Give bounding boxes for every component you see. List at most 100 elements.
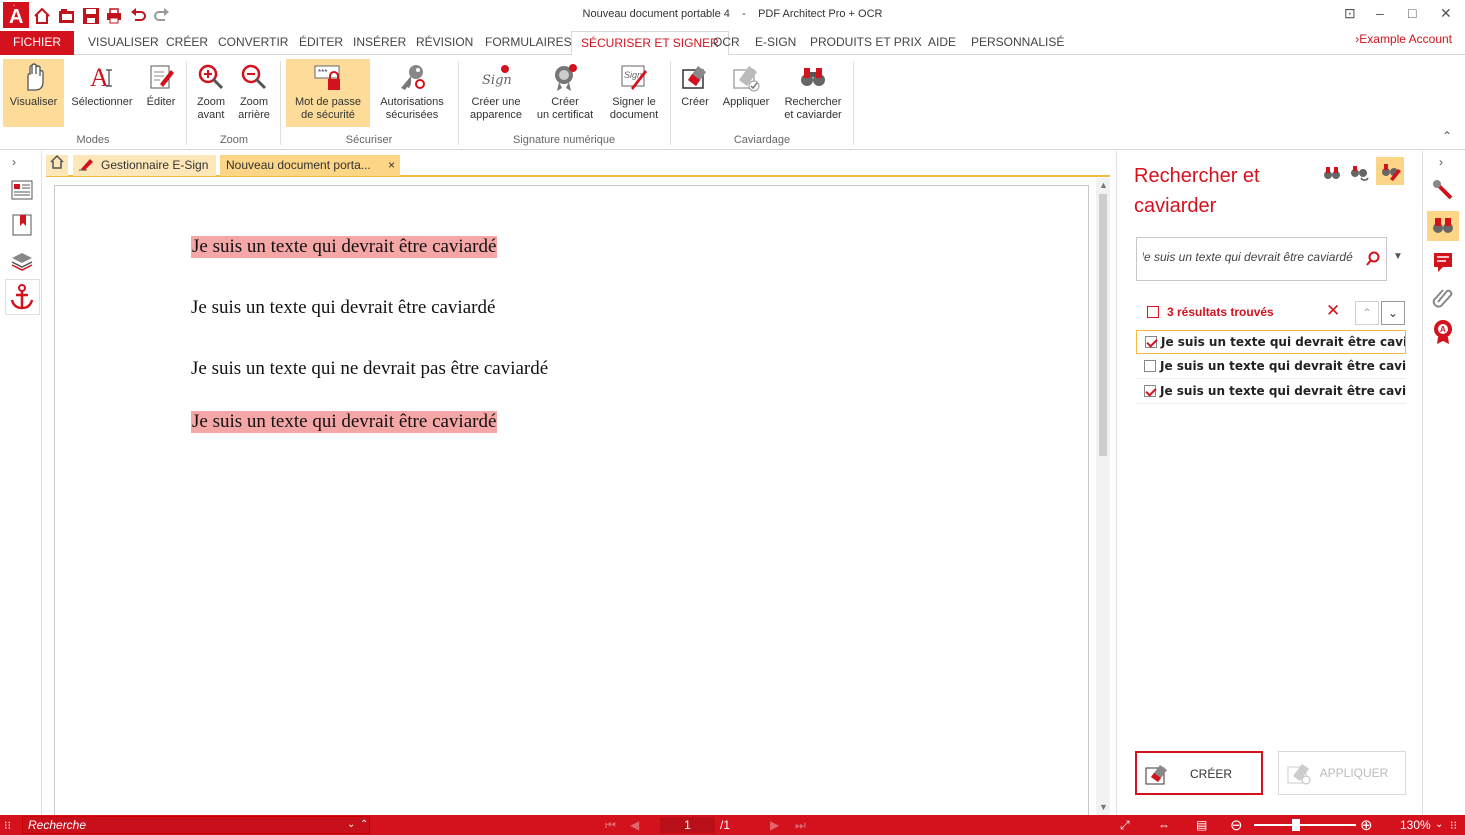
restore-layout-icon[interactable]: ⊡ bbox=[1344, 5, 1356, 22]
result-checkbox[interactable] bbox=[1144, 360, 1156, 372]
tab-aide[interactable]: AIDE bbox=[919, 31, 965, 55]
visualiser-mode-button[interactable]: Visualiser bbox=[3, 59, 64, 127]
result-checkbox[interactable] bbox=[1144, 385, 1156, 397]
binoculars-icon bbox=[801, 68, 825, 86]
vertical-scrollbar[interactable]: ▲ ▼ bbox=[1096, 178, 1110, 815]
create-appearance-button[interactable]: Sign Créer une apparence bbox=[465, 59, 527, 127]
zoom-in-button[interactable]: Zoom avant bbox=[192, 59, 230, 127]
close-icon[interactable]: ✕ bbox=[1440, 5, 1452, 22]
zoom-out-button[interactable]: Zoom arrière bbox=[234, 59, 274, 127]
tab-editer[interactable]: ÉDITER bbox=[290, 31, 352, 55]
redaction-eraser-icon bbox=[682, 66, 706, 89]
attachments-icon[interactable] bbox=[1432, 286, 1454, 311]
search-and-redact-button[interactable]: Rechercher et caviarder bbox=[780, 59, 846, 127]
clear-results-icon[interactable]: ✕ bbox=[1326, 301, 1340, 321]
tab-nouveau-document[interactable]: Nouveau document porta... × bbox=[220, 155, 400, 176]
expand-left-panel-icon[interactable]: › bbox=[12, 155, 16, 169]
secure-permissions-button[interactable]: Autorisations sécurisées bbox=[374, 59, 450, 127]
search-options-chevron-icon[interactable]: ▼ bbox=[1393, 251, 1403, 262]
bookmarks-icon[interactable] bbox=[11, 214, 33, 236]
page-number-input[interactable]: 1 bbox=[660, 817, 715, 833]
document-page[interactable]: Je suis un texte qui devrait être caviar… bbox=[54, 185, 1089, 825]
search-redact-panel: Rechercher et caviarder ▼ 3 résultats tr… bbox=[1116, 151, 1421, 815]
search-result-row[interactable]: Je suis un texte qui devrait être caviar… bbox=[1136, 330, 1406, 354]
close-tab-button[interactable]: × bbox=[388, 155, 395, 176]
scrollbar-thumb[interactable] bbox=[1099, 194, 1107, 456]
tab-fichier[interactable]: FICHIER bbox=[0, 31, 74, 55]
select-all-checkbox[interactable] bbox=[1147, 306, 1159, 318]
previous-result-button[interactable]: ⌃ bbox=[1355, 301, 1379, 325]
next-result-button[interactable]: ⌄ bbox=[1381, 301, 1405, 325]
layers-icon[interactable] bbox=[11, 250, 33, 272]
tab-ocr[interactable]: OCR bbox=[704, 31, 749, 55]
creer-label: Créer bbox=[681, 96, 709, 108]
wrench-tools-icon[interactable] bbox=[1431, 179, 1455, 206]
scroll-up-icon[interactable]: ▲ bbox=[1099, 180, 1108, 190]
search-icon[interactable] bbox=[1365, 251, 1381, 270]
result-checkbox[interactable] bbox=[1145, 336, 1157, 348]
create-redaction-panel-button[interactable]: CRÉER bbox=[1135, 751, 1263, 795]
resize-grip-icon: ⁝⁝ bbox=[4, 820, 11, 832]
fit-width-icon[interactable]: ⇔ bbox=[1158, 818, 1170, 832]
document-line-redacted[interactable]: Je suis un texte qui devrait être caviar… bbox=[191, 411, 498, 433]
document-viewer[interactable]: Je suis un texte qui devrait être caviar… bbox=[46, 178, 1096, 825]
search-field[interactable] bbox=[1136, 237, 1387, 281]
certificate-badge-icon[interactable]: A bbox=[1432, 319, 1454, 348]
search-dropdown-icon[interactable]: ⌄ bbox=[347, 819, 355, 830]
tab-formulaires[interactable]: FORMULAIRES bbox=[476, 31, 581, 55]
tab-e-sign[interactable]: E-SIGN bbox=[746, 31, 805, 55]
apply-redaction-panel-button[interactable]: APPLIQUER bbox=[1278, 751, 1406, 795]
expand-right-panel-icon[interactable]: › bbox=[1439, 155, 1443, 169]
zoom-in-small-icon[interactable]: ⊕ bbox=[1360, 816, 1373, 834]
zoom-dropdown-icon[interactable]: ⌄ bbox=[1435, 819, 1443, 830]
minimize-icon[interactable]: – bbox=[1376, 5, 1384, 21]
zoom-out-small-icon[interactable]: ⊖ bbox=[1230, 816, 1243, 834]
tab-creer[interactable]: CRÉER bbox=[157, 31, 217, 55]
apply-redaction-button[interactable]: Appliquer bbox=[718, 59, 774, 127]
search-result-row[interactable]: Je suis un texte qui devrait être caviar… bbox=[1136, 355, 1406, 379]
anchor-panel-tab[interactable] bbox=[5, 279, 40, 315]
document-line-redacted[interactable]: Je suis un texte qui devrait être caviar… bbox=[191, 236, 498, 258]
maximize-icon[interactable]: □ bbox=[1408, 5, 1416, 21]
search-replace-icon[interactable] bbox=[1349, 163, 1369, 183]
document-line[interactable]: Je suis un texte qui devrait être caviar… bbox=[191, 297, 495, 319]
zoom-slider-track[interactable] bbox=[1254, 824, 1356, 826]
thumbnails-icon[interactable] bbox=[11, 179, 33, 201]
tab-produits-et-prix[interactable]: PRODUITS ET PRIX bbox=[801, 31, 931, 55]
search-previous-icon[interactable]: ⌃ bbox=[360, 819, 368, 830]
result-text: Je suis un texte qui devrait être caviar… bbox=[1161, 335, 1406, 349]
search-result-row[interactable]: Je suis un texte qui devrait être caviar… bbox=[1136, 380, 1406, 404]
fit-page-icon[interactable]: ⤢ bbox=[1120, 818, 1130, 833]
search-redact-mode-icon[interactable] bbox=[1322, 163, 1342, 183]
editer-mode-button[interactable]: Éditer bbox=[140, 59, 182, 127]
collapse-ribbon-icon[interactable]: ⌃ bbox=[1442, 129, 1452, 143]
create-redaction-button[interactable]: Créer bbox=[676, 59, 714, 127]
last-page-icon[interactable]: ⏭ bbox=[795, 818, 806, 833]
search-input[interactable] bbox=[1143, 250, 1353, 264]
tab-gestionnaire-e-sign[interactable]: Gestionnaire E-Sign bbox=[73, 155, 216, 176]
password-security-button[interactable]: *** Mot de passe de sécurité bbox=[286, 59, 370, 127]
redact-mode-icon[interactable] bbox=[1376, 157, 1404, 185]
scroll-down-icon[interactable]: ▼ bbox=[1099, 802, 1108, 812]
comments-icon[interactable] bbox=[1432, 251, 1454, 276]
document-name: Nouveau document portable 4 bbox=[582, 8, 730, 20]
tab-visualiser[interactable]: VISUALISER bbox=[79, 31, 168, 55]
previous-page-icon[interactable]: ◀ bbox=[630, 818, 639, 832]
create-certificate-button[interactable]: Créer un certificat bbox=[532, 59, 598, 127]
tab-inserer[interactable]: INSÉRER bbox=[344, 31, 415, 55]
selectionner-mode-button[interactable]: A Sélectionner bbox=[67, 59, 137, 127]
first-page-icon[interactable]: ⏮ bbox=[605, 818, 616, 833]
search-redact-panel-icon[interactable] bbox=[1427, 211, 1459, 241]
account-link[interactable]: ›Example Account bbox=[1355, 32, 1452, 46]
document-line[interactable]: Je suis un texte qui ne devrait pas être… bbox=[191, 358, 548, 380]
tab-revision[interactable]: RÉVISION bbox=[407, 31, 482, 55]
status-search-field[interactable]: Recherche bbox=[22, 816, 370, 834]
sign-document-button[interactable]: Sign Signer le document bbox=[604, 59, 664, 127]
zoom-level[interactable]: 130% bbox=[1400, 818, 1431, 832]
tab-personnalise[interactable]: PERSONNALISÉ bbox=[962, 31, 1073, 55]
home-tab[interactable] bbox=[46, 154, 68, 176]
zoom-slider-thumb[interactable] bbox=[1292, 819, 1300, 831]
page-layout-icon[interactable]: ▤ bbox=[1196, 818, 1207, 832]
tab-convertir[interactable]: CONVERTIR bbox=[209, 31, 297, 55]
next-page-icon[interactable]: ▶ bbox=[770, 818, 779, 832]
